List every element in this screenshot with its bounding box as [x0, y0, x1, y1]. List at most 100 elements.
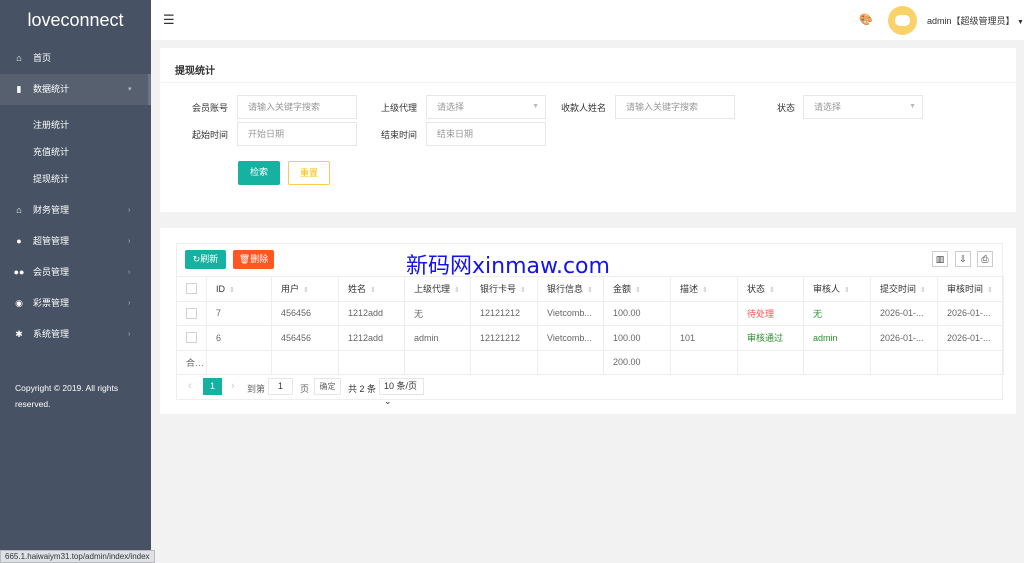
- chevron-right-icon: ›: [128, 238, 131, 245]
- goto-label: 到第: [247, 384, 266, 394]
- table-header: ID ⇕ 用户 ⇕ 姓名 ⇕ 上级代理 ⇕ 银行卡号 ⇕ 银行信息 ⇕ 金额 ⇕ 描述 ⇕ 状态 ⇕ 审核人 ⇕ 提交时…: [176, 276, 1004, 302]
- sort-icon[interactable]: ⇕: [454, 287, 460, 294]
- withdraw-table: ID ⇕ 用户 ⇕ 姓名 ⇕ 上级代理 ⇕ 银行卡号 ⇕ 银行信息 ⇕ 金额 ⇕ 描述 ⇕ 状态 ⇕ 审核人 ⇕ 提交时…: [176, 276, 1004, 375]
- sidebar-item-admin[interactable]: ● 超管管理 ›: [0, 226, 151, 257]
- page-input[interactable]: 1: [268, 378, 293, 395]
- search-button[interactable]: 检索: [238, 161, 280, 185]
- sidebar: loveconnect ⌂ 首页 ▮ 数据统计 ▾ 注册统计 充值统计 提现统计 ⌂ 财…: [0, 0, 151, 563]
- sort-icon[interactable]: ⇕: [520, 287, 526, 294]
- reset-button[interactable]: 重置: [288, 161, 330, 185]
- sidebar-item-finance[interactable]: ⌂ 财务管理 ›: [0, 195, 151, 226]
- divider: [160, 82, 1016, 83]
- table-cell: Vietcomb...: [537, 325, 604, 351]
- column-header[interactable]: 姓名 ⇕: [338, 276, 405, 302]
- table-cell: 101: [670, 325, 738, 351]
- row-checkbox[interactable]: [186, 307, 197, 319]
- sort-icon[interactable]: ⇕: [987, 287, 993, 294]
- table-cell: 12121212: [470, 325, 538, 351]
- sort-icon[interactable]: ⇕: [370, 287, 376, 294]
- copyright: Copyright © 2019. All rights reserved.: [15, 383, 119, 409]
- sidebar-subitem-withdraw[interactable]: 提现统计: [33, 172, 69, 185]
- gear-icon: ✱: [15, 329, 23, 339]
- sidebar-item-lottery[interactable]: ◉ 彩票管理 ›: [0, 288, 151, 319]
- field-label: 收款人姓名: [560, 103, 606, 113]
- columns-filter-icon[interactable]: ▥: [932, 251, 948, 267]
- pagination: ‹ 1 › 到第 1 页 确定 共 2 条 10 条/页 ⌄: [176, 375, 1003, 406]
- agent-select[interactable]: 请选择 ▼: [426, 95, 546, 119]
- sort-icon[interactable]: ⇕: [303, 287, 309, 294]
- sort-icon[interactable]: ⇕: [769, 287, 775, 294]
- member-account-input[interactable]: 请输入关键字搜索: [237, 95, 357, 119]
- sidebar-item-system[interactable]: ✱ 系统管理 ›: [0, 319, 151, 350]
- field-label: 状态: [776, 103, 795, 113]
- sort-icon[interactable]: ⇕: [587, 287, 593, 294]
- row-checkbox[interactable]: [186, 332, 197, 344]
- column-header[interactable]: 上级代理 ⇕: [404, 276, 471, 302]
- table-cell: 12121212: [470, 300, 538, 326]
- bank-icon: ⌂: [16, 205, 22, 215]
- sidebar-item-stats[interactable]: ▮ 数据统计 ▾: [0, 74, 151, 105]
- sidebar-item-members[interactable]: ●● 会员管理 ›: [0, 257, 151, 288]
- status-select[interactable]: 请选择 ▼: [803, 95, 923, 119]
- total-row: 合... 200.00: [176, 349, 1004, 375]
- field-label: 起始时间: [191, 130, 228, 140]
- end-date-input[interactable]: 结束日期: [426, 122, 546, 146]
- column-header[interactable]: 提交时间 ⇕: [870, 276, 938, 302]
- column-header[interactable]: ID ⇕: [206, 276, 272, 302]
- app-logo: loveconnect: [27, 10, 124, 30]
- payee-name-input[interactable]: 请输入关键字搜索: [615, 95, 735, 119]
- next-page-icon[interactable]: ›: [231, 380, 235, 392]
- column-header[interactable]: 状态 ⇕: [737, 276, 804, 302]
- start-date-input[interactable]: 开始日期: [237, 122, 357, 146]
- total-amount: 200.00: [603, 349, 671, 375]
- refresh-button[interactable]: ↻刷新: [185, 250, 226, 269]
- confirm-button[interactable]: 确定: [314, 378, 341, 395]
- sort-icon[interactable]: ⇕: [844, 287, 850, 294]
- page-unit-label: 页: [300, 384, 310, 394]
- table-row[interactable]: 6 456456 1212add admin 12121212 Vietcomb... 10…: [176, 325, 1004, 351]
- sort-icon[interactable]: ⇕: [920, 287, 926, 294]
- select-all-checkbox[interactable]: [186, 283, 197, 295]
- gamepad-icon: ◉: [15, 298, 23, 308]
- chevron-right-icon: ›: [128, 300, 131, 307]
- delete-button[interactable]: 🗑删除: [233, 250, 274, 269]
- field-label: 会员账号: [191, 103, 228, 113]
- prev-page-icon[interactable]: ‹: [188, 380, 192, 392]
- export-icon[interactable]: ⇩: [955, 251, 971, 267]
- column-header[interactable]: 描述 ⇕: [670, 276, 738, 302]
- table-row[interactable]: 7 456456 1212add 无 12121212 Vietcomb... 100.00…: [176, 300, 1004, 326]
- table-cell: [670, 300, 738, 326]
- column-header[interactable]: 用户 ⇕: [271, 276, 339, 302]
- sort-icon[interactable]: ⇕: [635, 287, 641, 294]
- user-icon: ●: [16, 236, 22, 246]
- palette-icon[interactable]: 🎨: [859, 13, 873, 26]
- sidebar-subitem-register[interactable]: 注册统计: [33, 118, 69, 131]
- column-header[interactable]: 银行信息 ⇕: [537, 276, 604, 302]
- user-menu[interactable]: admin【超级管理员】 ▼: [927, 14, 1024, 27]
- column-header[interactable]: 金额 ⇕: [603, 276, 671, 302]
- column-header[interactable]: 银行卡号 ⇕: [470, 276, 538, 302]
- page-1[interactable]: 1: [203, 378, 222, 395]
- total-count: 共 2 条: [348, 384, 377, 394]
- table-cell: 6: [206, 325, 272, 351]
- table-cell: 2026-01-...: [937, 325, 1004, 351]
- sort-icon[interactable]: ⇕: [229, 287, 235, 294]
- column-header[interactable]: 审核人 ⇕: [803, 276, 871, 302]
- table-cell: 456456: [271, 325, 339, 351]
- sort-icon[interactable]: ⇕: [702, 287, 708, 294]
- chevron-right-icon: ›: [128, 269, 131, 276]
- menu-toggle-icon[interactable]: ☰: [163, 13, 175, 26]
- chevron-right-icon: ›: [128, 207, 131, 214]
- print-icon[interactable]: ⎙: [977, 251, 993, 267]
- page-size-select[interactable]: 10 条/页 ⌄: [379, 378, 424, 406]
- avatar[interactable]: [888, 6, 917, 35]
- sidebar-subitem-recharge[interactable]: 充值统计: [33, 145, 69, 158]
- table-cell: 1212add: [338, 325, 405, 351]
- table-cell: 2026-01-...: [937, 300, 1004, 326]
- table-cell: 2026-01-...: [870, 325, 938, 351]
- table-cell: 7: [206, 300, 272, 326]
- sidebar-item-home[interactable]: ⌂ 首页: [0, 43, 151, 74]
- table-cell: admin: [803, 325, 871, 351]
- table-cell: admin: [404, 325, 471, 351]
- column-header[interactable]: 审核时间 ⇕: [937, 276, 1004, 302]
